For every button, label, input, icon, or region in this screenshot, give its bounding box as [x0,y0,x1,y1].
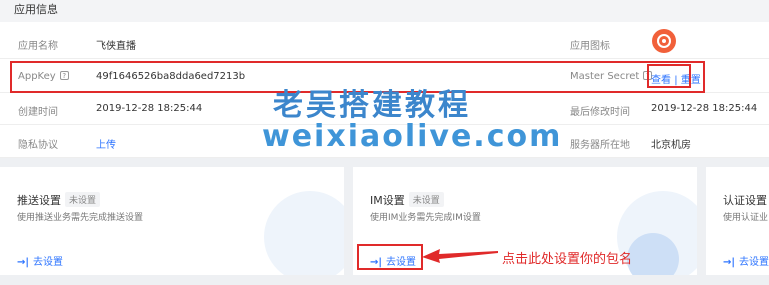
app-logo-icon [652,29,676,53]
watermark-url: weixiaolive.com [262,119,563,154]
push-setup-link[interactable]: →| 去设置 [17,253,63,268]
created-value: 2019-12-28 18:25:44 [96,103,203,114]
status-badge: 未设置 [65,192,101,207]
upload-privacy-link[interactable]: 上传 [96,136,116,151]
modified-label: 最后修改时间 [570,107,630,118]
auth-settings-card: 认证设置 使用认证业 →| 去设置 [706,167,769,275]
privacy-label: 隐私协议 [18,140,58,151]
modified-value: 2019-12-28 18:25:44 [651,103,758,114]
section-title: 应用信息 [0,0,769,22]
app-icon-label: 应用图标 [570,41,610,52]
status-badge: 未设置 [408,192,444,207]
card-title: 认证设置 [723,194,767,207]
arrow-to-bar-icon: →| [723,257,736,268]
card-title: 推送设置 未设置 [17,192,101,208]
created-label: 创建时间 [18,107,58,118]
app-name-value: 飞侠直播 [96,41,136,52]
card-title: IM设置 未设置 [370,192,444,208]
annotation-text: 点击此处设置你的包名 [502,252,633,267]
card-description: 使用推送业务需先完成推送设置 [17,213,144,223]
push-settings-card: 推送设置 未设置 使用推送业务需先完成推送设置 →| 去设置 [0,167,344,275]
app-name-label: 应用名称 [18,41,58,52]
im-setup-highlight-box [357,244,423,270]
watermark-title: 老吴搭建教程 [273,88,471,123]
card-decoration [264,191,344,275]
arrow-to-bar-icon: →| [17,257,30,268]
annotation-arrow-icon [422,249,498,263]
app-name-row: 应用名称 飞侠直播 应用图标 [0,27,769,59]
card-description: 使用认证业 [723,213,769,223]
card-description: 使用IM业务需先完成IM设置 [370,213,481,223]
server-location-label: 服务器所在地 [570,140,630,151]
auth-setup-link[interactable]: →| 去设置 [723,253,769,268]
server-location-value: 北京机房 [651,140,691,151]
secret-actions-highlight-box [647,64,691,88]
